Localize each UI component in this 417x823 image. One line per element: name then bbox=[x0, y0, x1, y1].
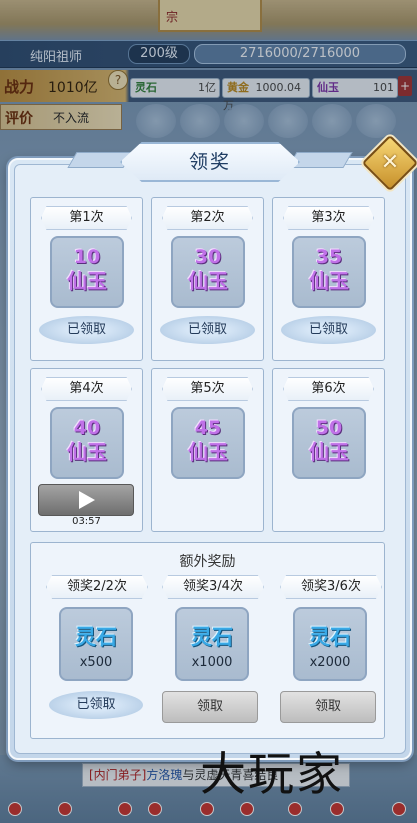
extra-rewards-panel: 额外奖励 领奖2/2次 灵石 x500 已领取 领奖3/4次 灵石 x1000 … bbox=[30, 542, 385, 739]
item-name: 仙玉 bbox=[67, 269, 107, 293]
item-amount: 45 bbox=[194, 417, 222, 439]
play-icon bbox=[79, 491, 95, 509]
reward-label: 第5次 bbox=[162, 377, 253, 401]
item-quantity: x2000 bbox=[309, 655, 351, 670]
claimed-button[interactable]: 已领取 bbox=[160, 316, 255, 344]
reward-card-5: 第5次 45 仙玉 bbox=[151, 368, 264, 532]
item-amount: 35 bbox=[315, 246, 343, 268]
spirit-stone-icon[interactable]: 灵石 x2000 bbox=[293, 607, 367, 681]
extra-reward-2: 领奖3/4次 灵石 x1000 领取 bbox=[157, 575, 267, 735]
item-amount: 30 bbox=[194, 246, 222, 268]
claimed-button[interactable]: 已领取 bbox=[281, 316, 376, 344]
item-amount: 10 bbox=[73, 246, 101, 268]
countdown-timer: 03:57 bbox=[72, 516, 101, 527]
spirit-stone-icon[interactable]: 灵石 x1000 bbox=[175, 607, 249, 681]
close-x-icon: ✕ bbox=[380, 150, 400, 175]
item-name: 仙玉 bbox=[309, 269, 349, 293]
item-quantity: x1000 bbox=[191, 655, 233, 670]
reward-card-4: 第4次 40 仙玉 03:57 bbox=[30, 368, 143, 532]
item-name: 灵石 bbox=[309, 625, 351, 649]
reward-card-1: 第1次 10 仙玉 已领取 bbox=[30, 197, 143, 361]
claimed-button[interactable]: 已领取 bbox=[39, 316, 134, 344]
reward-card-2: 第2次 30 仙玉 已领取 bbox=[151, 197, 264, 361]
jade-item-icon[interactable]: 10 仙玉 bbox=[50, 236, 124, 308]
jade-item-icon[interactable]: 50 仙玉 bbox=[292, 407, 366, 479]
item-name: 仙玉 bbox=[309, 440, 349, 464]
item-name: 仙玉 bbox=[188, 440, 228, 464]
dialog-title: 领奖 bbox=[120, 142, 300, 182]
item-name: 灵石 bbox=[191, 625, 233, 649]
item-name: 仙玉 bbox=[67, 440, 107, 464]
reward-card-6: 第6次 50 仙玉 bbox=[272, 368, 385, 532]
extra-rewards-title: 额外奖励 bbox=[179, 554, 236, 570]
jade-item-icon[interactable]: 40 仙玉 bbox=[50, 407, 124, 479]
jade-item-icon[interactable]: 35 仙玉 bbox=[292, 236, 366, 308]
item-amount: 50 bbox=[315, 417, 343, 439]
claimed-button[interactable]: 已领取 bbox=[49, 691, 143, 719]
claim-button[interactable]: 领取 bbox=[280, 691, 376, 723]
item-quantity: x500 bbox=[79, 655, 113, 670]
item-amount: 40 bbox=[73, 417, 101, 439]
watch-video-button[interactable] bbox=[38, 484, 134, 516]
item-name: 仙玉 bbox=[188, 269, 228, 293]
jade-item-icon[interactable]: 45 仙玉 bbox=[171, 407, 245, 479]
reward-label: 第1次 bbox=[41, 206, 132, 230]
extra-reward-1: 领奖2/2次 灵石 x500 已领取 bbox=[41, 575, 151, 735]
claim-button[interactable]: 领取 bbox=[162, 691, 258, 723]
watermark: 大玩家 bbox=[200, 747, 344, 801]
extra-reward-label: 领奖2/2次 bbox=[46, 575, 148, 599]
reward-card-3: 第3次 35 仙玉 已领取 bbox=[272, 197, 385, 361]
spirit-stone-icon[interactable]: 灵石 x500 bbox=[59, 607, 133, 681]
item-name: 灵石 bbox=[75, 625, 117, 649]
reward-label: 第4次 bbox=[41, 377, 132, 401]
extra-reward-label: 领奖3/4次 bbox=[162, 575, 264, 599]
extra-reward-label: 领奖3/6次 bbox=[280, 575, 382, 599]
reward-label: 第3次 bbox=[283, 206, 374, 230]
reward-label: 第6次 bbox=[283, 377, 374, 401]
extra-reward-3: 领奖3/6次 灵石 x2000 领取 bbox=[275, 575, 385, 735]
reward-label: 第2次 bbox=[162, 206, 253, 230]
jade-item-icon[interactable]: 30 仙玉 bbox=[171, 236, 245, 308]
